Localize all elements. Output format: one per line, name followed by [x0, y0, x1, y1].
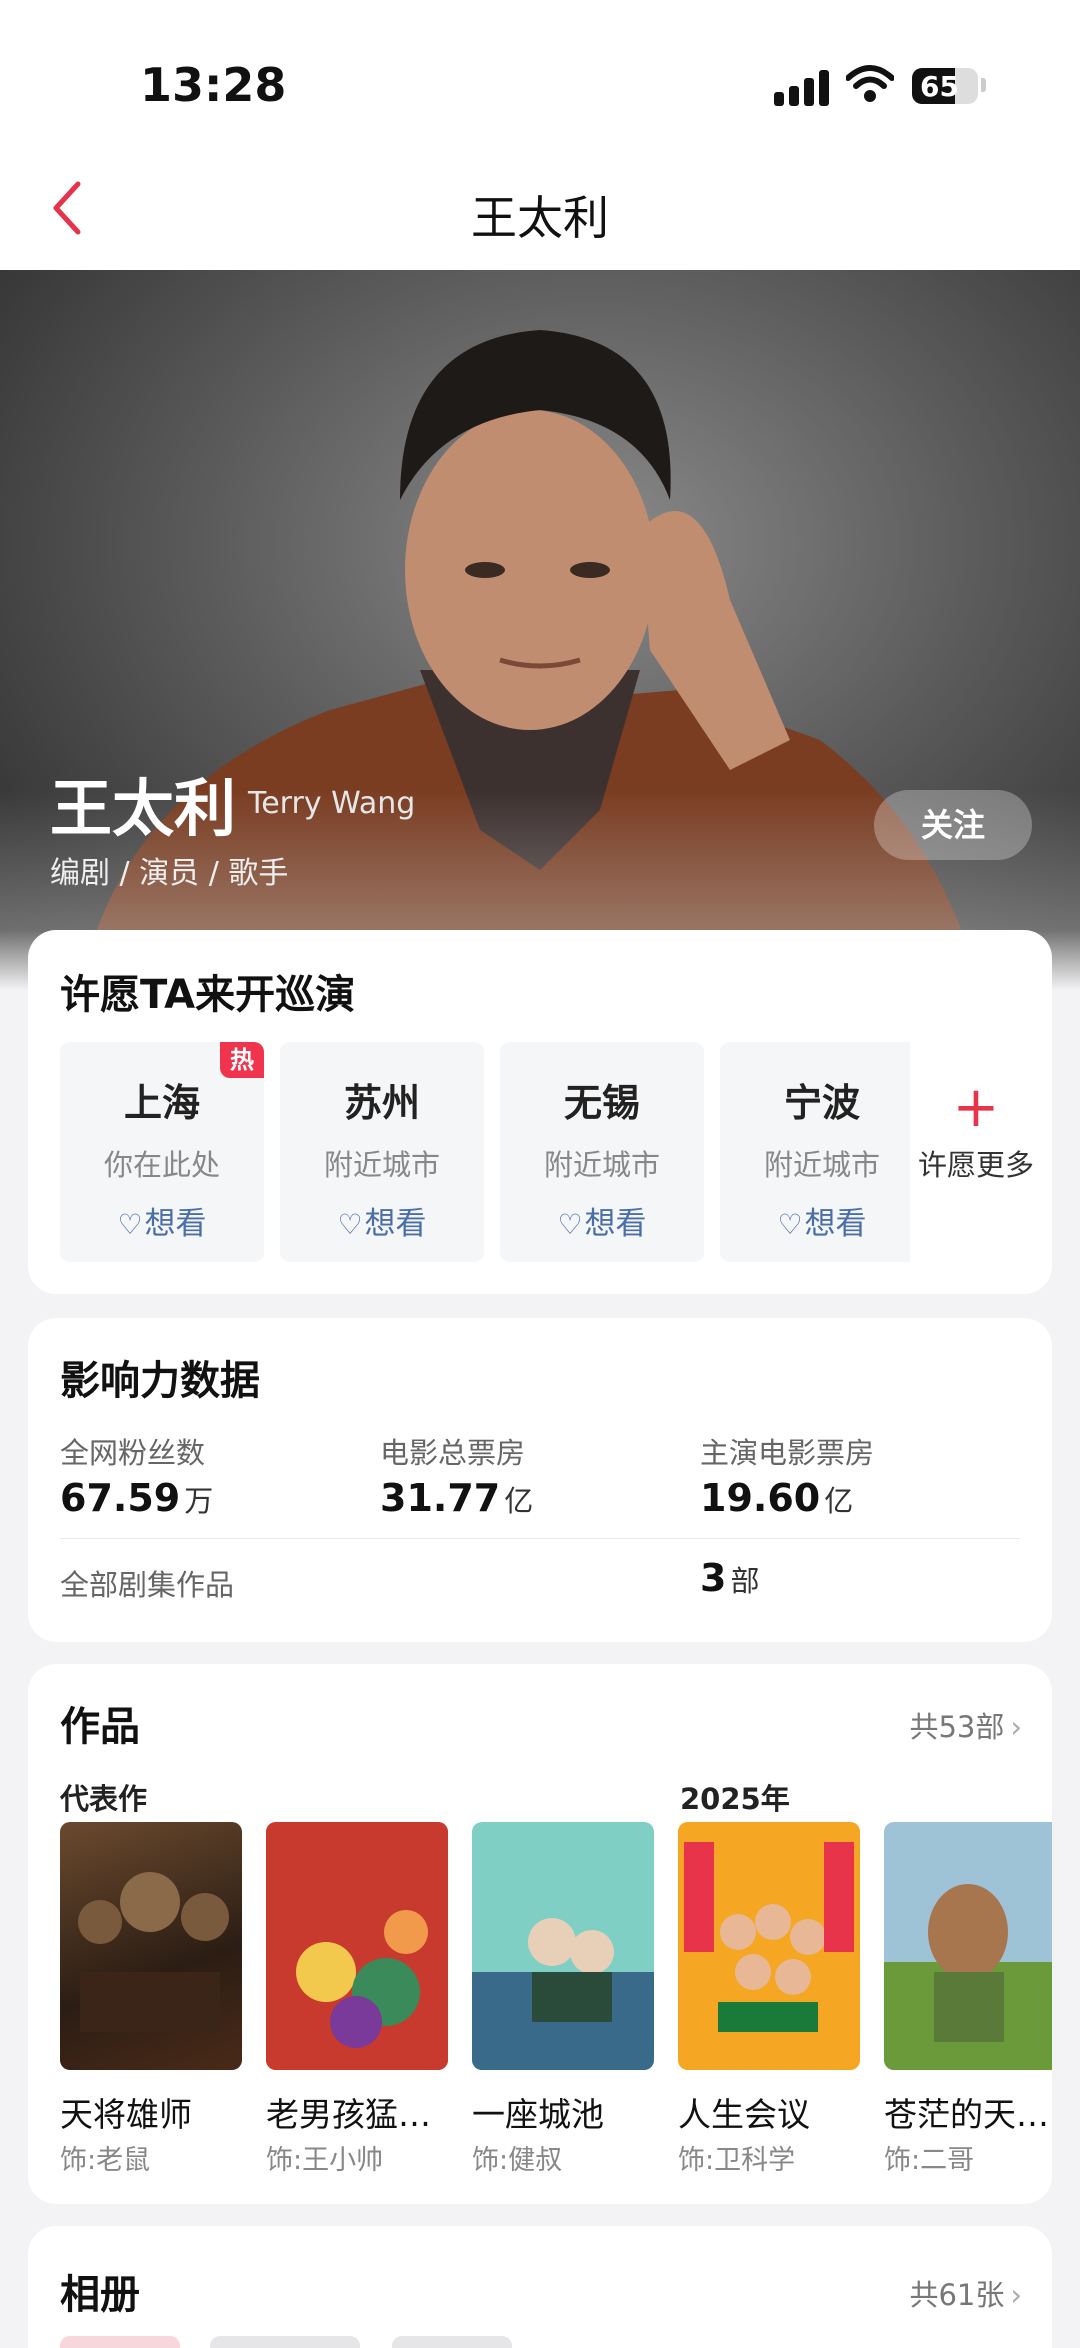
city-subtitle: 附近城市 [763, 1148, 880, 1182]
poster-art [678, 1822, 860, 2070]
city-name: 宁波 [783, 1081, 860, 1125]
work-title[interactable]: 老男孩猛… [266, 2088, 456, 2136]
album-thumb[interactable] [392, 2336, 512, 2348]
wish-card: 许愿TA来开巡演 热 上海 你在此处 ♡想看 苏州 附近城市 ♡想看 无锡 附近… [28, 930, 1052, 1294]
heart-plus-icon: ♡ [777, 1208, 803, 1241]
stat-label-lead-box-office: 主演电影票房 [700, 1436, 875, 1470]
work-title[interactable]: 人生会议 [678, 2088, 868, 2136]
poster-art [472, 1918, 654, 2070]
heart-plus-icon: ♡ [117, 1208, 143, 1241]
work-role: 饰:卫科学 [678, 2145, 796, 2176]
poster-art [884, 1884, 1052, 2070]
work-title[interactable]: 一座城池 [472, 2088, 662, 2136]
city-subtitle: 附近城市 [323, 1148, 440, 1182]
poster-art [266, 1822, 448, 2070]
poster-yizuochengchi[interactable] [472, 1822, 654, 2070]
profile-roles: 编剧 / 演员 / 歌手 [50, 856, 289, 891]
influence-card: 影响力数据 全网粉丝数 67.59 万 电影总票房 31.77 亿 主演电影票房 1… [28, 1318, 1052, 1642]
status-bar: 13:28 65 [0, 0, 1080, 160]
stat-label-box-office: 电影总票房 [380, 1436, 526, 1470]
want-button[interactable]: ♡想看 [720, 1198, 924, 1243]
works-card: 作品 共53部 › 代表作 2025年 天将雄师 饰:老鼠 老男孩猛… 饰:王小… [28, 1664, 1052, 2204]
poster-tianjiangxiongshi[interactable] [60, 1822, 242, 2070]
album-thumb[interactable] [210, 2336, 360, 2348]
wish-title: 许愿TA来开巡演 [60, 972, 356, 1018]
poster-art [78, 1872, 229, 2032]
want-label: 想看 [584, 1206, 647, 1242]
page-title: 王太利 [471, 191, 609, 245]
poster-laonanhai[interactable] [266, 1822, 448, 2070]
city-card-suzhou[interactable]: 苏州 附近城市 ♡想看 [280, 1042, 484, 1262]
work-title[interactable]: 苍茫的天… [884, 2088, 1052, 2136]
work-title[interactable]: 天将雄师 [60, 2088, 250, 2136]
album-thumb[interactable] [60, 2336, 180, 2348]
album-more-link[interactable]: 共61张 › [909, 2272, 1022, 2314]
wish-more-button[interactable]: + 许愿更多 [906, 1080, 1046, 1184]
work-role: 饰:二哥 [884, 2145, 975, 2176]
poster-cangmangdetianya[interactable] [884, 1822, 1052, 2070]
city-name: 苏州 [343, 1081, 420, 1125]
album-card: 相册 共61张 › [28, 2226, 1052, 2348]
want-button[interactable]: ♡想看 [60, 1198, 264, 1243]
works-more-link[interactable]: 共53部 › [909, 1704, 1022, 1746]
stat-label-fans: 全网粉丝数 [60, 1436, 206, 1470]
city-name: 上海 [123, 1081, 200, 1125]
want-button[interactable]: ♡想看 [280, 1198, 484, 1243]
stat-value-fans: 67.59 万 [60, 1476, 214, 1520]
representative-label: 代表作 [60, 1782, 148, 1816]
nav-header: 王太利 [0, 160, 1080, 270]
stat-label-series: 全部剧集作品 [60, 1568, 235, 1602]
year-label: 2025年 [680, 1782, 790, 1816]
signal-icon [774, 70, 830, 106]
want-label: 想看 [364, 1206, 427, 1242]
city-subtitle: 附近城市 [543, 1148, 660, 1182]
divider [60, 1538, 1020, 1539]
city-card-wuxi[interactable]: 无锡 附近城市 ♡想看 [500, 1042, 704, 1262]
battery-icon: 65 [912, 68, 978, 104]
stat-value-series: 3部 [700, 1556, 760, 1600]
battery-tip [981, 78, 986, 92]
influence-title: 影响力数据 [60, 1358, 260, 1404]
city-card-shanghai[interactable]: 热 上海 你在此处 ♡想看 [60, 1042, 264, 1262]
profile-name: 王太利 [50, 772, 237, 845]
heart-plus-icon: ♡ [557, 1208, 583, 1241]
album-title: 相册 [60, 2272, 140, 2318]
stat-value-lead-box-office: 19.60 亿 [700, 1476, 854, 1520]
chevron-right-icon: › [1010, 2278, 1022, 2312]
follow-button[interactable]: 关注 [874, 790, 1032, 860]
city-subtitle: 你在此处 [103, 1148, 220, 1182]
poster-renshenghuiyi[interactable] [678, 1822, 860, 2070]
city-name: 无锡 [563, 1081, 640, 1125]
heart-plus-icon: ♡ [337, 1208, 363, 1241]
profile-hero: 王太利 Terry Wang 编剧 / 演员 / 歌手 关注 [0, 270, 1080, 990]
wifi-icon [846, 65, 894, 102]
work-role: 饰:老鼠 [60, 2145, 151, 2176]
works-title: 作品 [60, 1704, 140, 1750]
want-label: 想看 [144, 1206, 207, 1242]
wish-more-label: 许愿更多 [917, 1148, 1034, 1182]
want-label: 想看 [804, 1206, 867, 1242]
work-role: 饰:健叔 [472, 2145, 563, 2176]
chevron-right-icon: › [1010, 1710, 1022, 1744]
status-time: 13:28 [140, 58, 287, 112]
work-role: 饰:王小帅 [266, 2145, 384, 2176]
battery-level: 65 [920, 70, 959, 103]
plus-icon: + [952, 1075, 1000, 1140]
city-card-ningbo[interactable]: 宁波 附近城市 ♡想看 [720, 1042, 910, 1262]
profile-english-name: Terry Wang [248, 786, 416, 821]
stat-value-box-office: 31.77 亿 [380, 1476, 534, 1520]
want-button[interactable]: ♡想看 [500, 1198, 704, 1243]
